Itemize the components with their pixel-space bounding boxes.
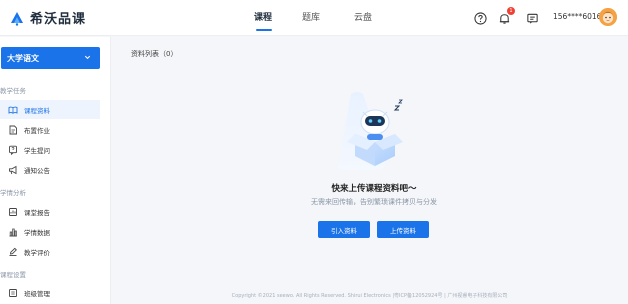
upload-materials-button[interactable]: 上传资料 <box>377 221 429 238</box>
sidebar-item-label: 学情数据 <box>24 228 50 237</box>
materials-list-title: 资料列表（0） <box>131 50 178 58</box>
chevron-down-icon <box>83 53 92 64</box>
top-header: 希沃品课 课程 题库 云盘 1 156****6016 <box>0 0 628 36</box>
brand-logo[interactable]: 希沃品课 <box>8 8 86 27</box>
message-icon[interactable] <box>524 10 540 26</box>
document-icon <box>8 125 18 135</box>
sidebar-item-teaching-evaluation[interactable]: 教学评价 <box>0 242 100 261</box>
sidebar-item-class-management[interactable]: 班级管理 <box>0 283 100 302</box>
sidebar-item-learning-data[interactable]: 学情数据 <box>0 222 100 241</box>
sidebar-item-class-report[interactable]: 课堂报告 <box>0 202 100 221</box>
section-title-learning-analysis: 学情分析 <box>0 189 26 197</box>
notification-badge: 1 <box>507 7 515 15</box>
empty-state-title: 快来上传课程资料吧～ <box>331 184 417 194</box>
bell-icon[interactable]: 1 <box>496 7 515 26</box>
sidebar-item-student-questions[interactable]: 学生提问 <box>0 140 100 159</box>
empty-state-description: 无需来回传输，告别繁琐课件拷贝与分发 <box>311 198 437 206</box>
sidebar-item-assign-homework[interactable]: 布置作业 <box>0 120 100 139</box>
course-selector[interactable]: 大学语文 <box>1 47 100 69</box>
import-materials-button[interactable]: 引入资料 <box>318 221 370 238</box>
sidebar-item-label: 通知公告 <box>24 166 50 175</box>
edit-icon <box>8 247 18 257</box>
sidebar: 大学语文 教学任务 课程资料 布置作业 学生提问 通知公告 学情分析 课堂报告 <box>0 37 111 304</box>
footer-copyright: Copyright ©2021 seewo. All Rights Reserv… <box>231 293 508 299</box>
sidebar-item-label: 班级管理 <box>24 289 50 298</box>
course-name: 大学语文 <box>7 53 39 63</box>
tab-question-bank[interactable]: 题库 <box>302 0 326 36</box>
tab-course[interactable]: 课程 <box>254 0 274 36</box>
question-chat-icon <box>8 145 18 155</box>
section-title-teaching-tasks: 教学任务 <box>0 87 26 95</box>
logo-icon <box>8 9 26 27</box>
brand-name: 希沃品课 <box>30 12 87 27</box>
megaphone-icon <box>8 165 18 175</box>
section-title-course-settings: 课程设置 <box>0 271 26 279</box>
book-open-icon <box>8 105 18 115</box>
sidebar-item-label: 教学评价 <box>24 248 50 257</box>
sidebar-item-announcements[interactable]: 通知公告 <box>0 160 100 179</box>
class-icon <box>8 288 18 298</box>
sidebar-item-course-materials[interactable]: 课程资料 <box>0 100 100 119</box>
bar-chart-icon <box>8 227 18 237</box>
empty-box-illustration <box>333 90 415 172</box>
report-icon <box>8 207 18 217</box>
sidebar-item-label: 学生提问 <box>24 146 50 155</box>
sidebar-item-label: 课堂报告 <box>24 208 50 217</box>
user-phone[interactable]: 156****6016 <box>553 12 601 21</box>
help-icon[interactable] <box>472 10 488 26</box>
sidebar-item-label: 课程资料 <box>24 106 50 115</box>
sidebar-item-label: 布置作业 <box>24 126 50 135</box>
tab-cloud-drive[interactable]: 云盘 <box>354 0 378 36</box>
avatar[interactable] <box>599 8 617 26</box>
